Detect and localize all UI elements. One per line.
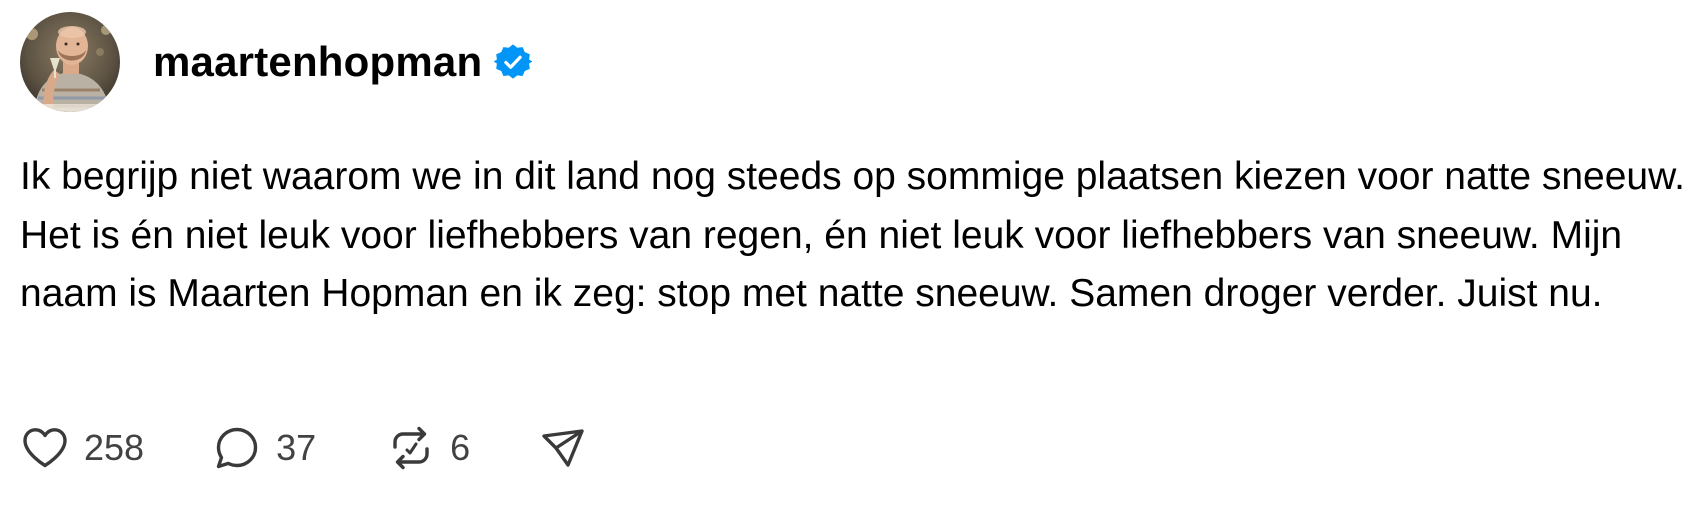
repost-icon bbox=[386, 423, 436, 473]
like-count: 258 bbox=[84, 427, 145, 468]
heart-icon bbox=[20, 423, 70, 473]
post-actions: 258 37 6 bbox=[20, 420, 588, 476]
repost-count: 6 bbox=[450, 427, 471, 468]
verified-badge-icon bbox=[494, 43, 533, 81]
avatar[interactable] bbox=[20, 12, 120, 112]
share-button[interactable] bbox=[538, 423, 588, 473]
profile-photo bbox=[20, 12, 120, 112]
like-button[interactable]: 258 bbox=[20, 423, 144, 473]
send-icon bbox=[538, 423, 588, 473]
repost-button[interactable]: 6 bbox=[386, 423, 470, 473]
post-text: Ik begrijp niet waarom we in dit land no… bbox=[20, 155, 1685, 315]
post: maartenhopman Ik begrijp niet waarom we … bbox=[0, 0, 1706, 528]
reply-button[interactable]: 37 bbox=[212, 423, 316, 473]
post-header: maartenhopman bbox=[20, 12, 533, 112]
reply-count: 37 bbox=[276, 427, 317, 468]
comment-icon bbox=[212, 423, 262, 473]
username[interactable]: maartenhopman bbox=[153, 41, 482, 83]
